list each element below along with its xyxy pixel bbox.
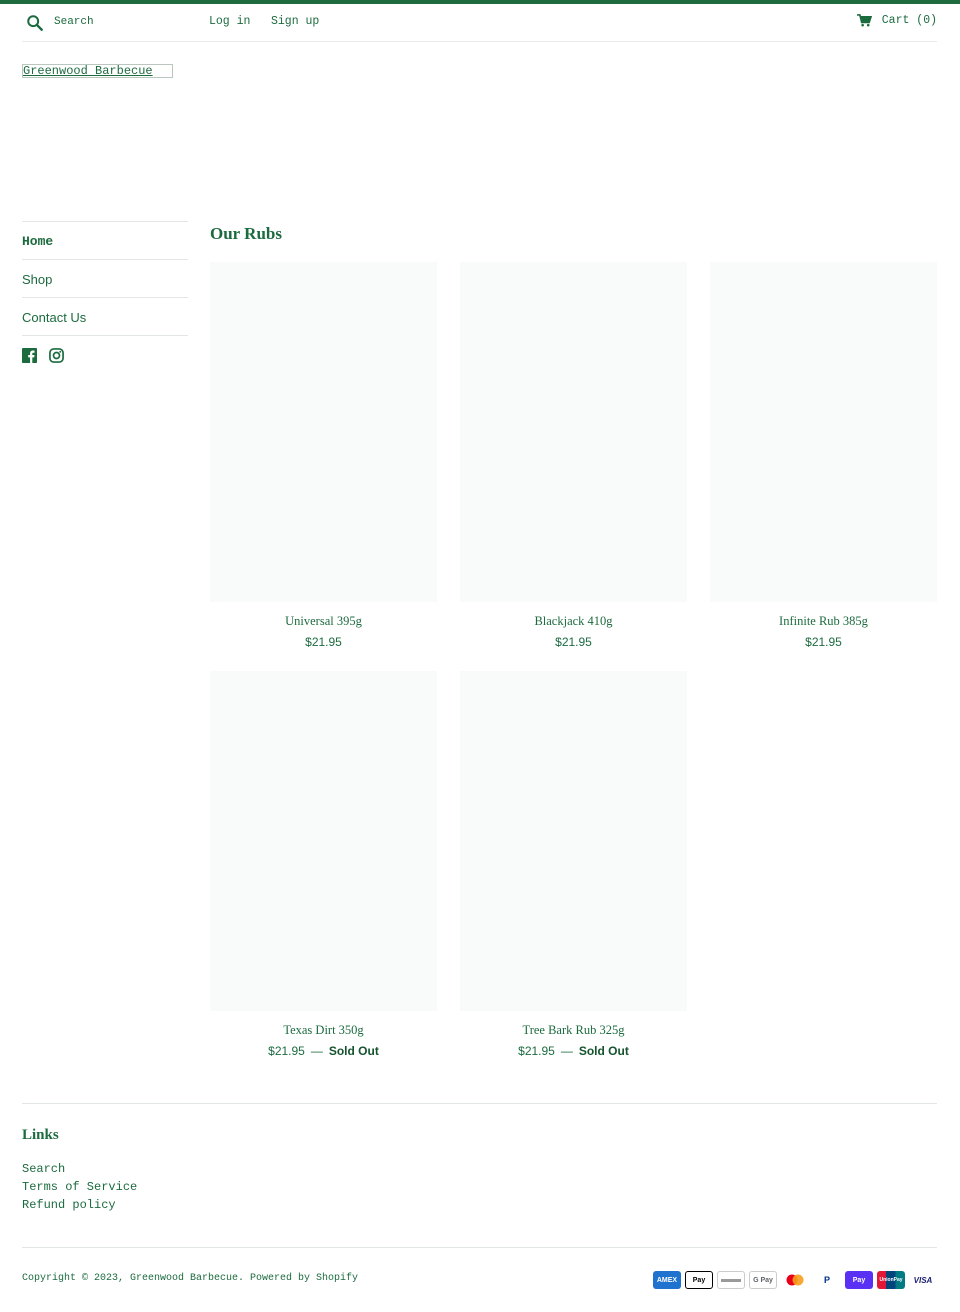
product-image[interactable] bbox=[710, 262, 937, 602]
price-separator: — bbox=[310, 1044, 323, 1058]
product-card[interactable]: Blackjack 410g $21.95 bbox=[460, 262, 687, 649]
google-pay-icon: G Pay bbox=[749, 1271, 777, 1289]
instagram-icon[interactable] bbox=[49, 348, 64, 363]
price-separator: — bbox=[560, 1044, 573, 1058]
amex-icon: AMEX bbox=[653, 1271, 681, 1289]
search-icon[interactable] bbox=[26, 14, 44, 32]
cart-icon bbox=[856, 14, 872, 27]
site-header: Log in Sign up Cart (0) bbox=[22, 4, 937, 42]
site-logo[interactable]: Greenwood Barbecue bbox=[22, 64, 173, 78]
product-card[interactable]: Tree Bark Rub 325g $21.95 — Sold Out bbox=[460, 671, 687, 1058]
cart-link[interactable]: Cart (0) bbox=[856, 14, 937, 27]
footer-link-search[interactable]: Search bbox=[22, 1160, 137, 1178]
unionpay-icon: UnionPay bbox=[877, 1271, 905, 1289]
payment-icons: AMEX Pay G Pay P Pay UnionPay VISA bbox=[653, 1271, 937, 1289]
paypal-icon: P bbox=[813, 1271, 841, 1289]
price-value: $21.95 bbox=[305, 635, 342, 649]
product-card[interactable]: Texas Dirt 350g $21.95 — Sold Out bbox=[210, 671, 437, 1058]
collection-title: Our Rubs bbox=[210, 224, 282, 243]
copyright-text: Copyright © 2023, Greenwood Barbecue. Po… bbox=[22, 1273, 359, 1284]
price-value: $21.95 bbox=[518, 1044, 555, 1058]
sold-out-badge: Sold Out bbox=[328, 1044, 379, 1058]
product-price: $21.95 — Sold Out bbox=[210, 1044, 437, 1058]
price-value: $21.95 bbox=[805, 635, 842, 649]
social-links bbox=[22, 348, 188, 363]
product-price: $21.95 bbox=[460, 635, 687, 649]
product-title[interactable]: Infinite Rub 385g bbox=[710, 614, 937, 629]
product-title[interactable]: Texas Dirt 350g bbox=[210, 1023, 437, 1038]
product-card[interactable]: Infinite Rub 385g $21.95 bbox=[710, 262, 937, 649]
product-image[interactable] bbox=[210, 671, 437, 1011]
price-value: $21.95 bbox=[268, 1044, 305, 1058]
sidebar-item-contact-us[interactable]: Contact Us bbox=[22, 297, 188, 335]
product-title[interactable]: Blackjack 410g bbox=[460, 614, 687, 629]
footer-links: Search Terms of Service Refund policy bbox=[22, 1160, 137, 1214]
apple-pay-icon: Pay bbox=[685, 1271, 713, 1289]
product-image[interactable] bbox=[460, 262, 687, 602]
sidebar-divider bbox=[22, 335, 188, 336]
diners-club-icon bbox=[717, 1271, 745, 1289]
footer-divider bbox=[22, 1247, 937, 1248]
footer-link-terms[interactable]: Terms of Service bbox=[22, 1178, 137, 1196]
product-title[interactable]: Universal 395g bbox=[210, 614, 437, 629]
product-price: $21.95 — Sold Out bbox=[460, 1044, 687, 1058]
sidebar-item-home[interactable]: Home bbox=[22, 221, 188, 259]
cart-label: Cart (0) bbox=[881, 14, 937, 27]
footer-divider bbox=[22, 1103, 937, 1104]
signup-link[interactable]: Sign up bbox=[271, 15, 319, 28]
sidebar-nav: Home Shop Contact Us bbox=[22, 221, 188, 363]
login-link[interactable]: Log in bbox=[209, 15, 250, 28]
product-card[interactable]: Universal 395g $21.95 bbox=[210, 262, 437, 649]
product-title[interactable]: Tree Bark Rub 325g bbox=[460, 1023, 687, 1038]
sidebar-item-shop[interactable]: Shop bbox=[22, 259, 188, 297]
price-value: $21.95 bbox=[555, 635, 592, 649]
product-price: $21.95 bbox=[210, 635, 437, 649]
product-image[interactable] bbox=[210, 262, 437, 602]
sold-out-badge: Sold Out bbox=[578, 1044, 629, 1058]
product-price: $21.95 bbox=[710, 635, 937, 649]
search-input[interactable] bbox=[54, 13, 204, 31]
visa-icon: VISA bbox=[909, 1271, 937, 1289]
shop-pay-icon: Pay bbox=[845, 1271, 873, 1289]
footer-link-refund[interactable]: Refund policy bbox=[22, 1196, 137, 1214]
facebook-icon[interactable] bbox=[22, 348, 37, 363]
mastercard-icon bbox=[781, 1271, 809, 1289]
product-image[interactable] bbox=[460, 671, 687, 1011]
footer-links-title: Links bbox=[22, 1127, 59, 1143]
